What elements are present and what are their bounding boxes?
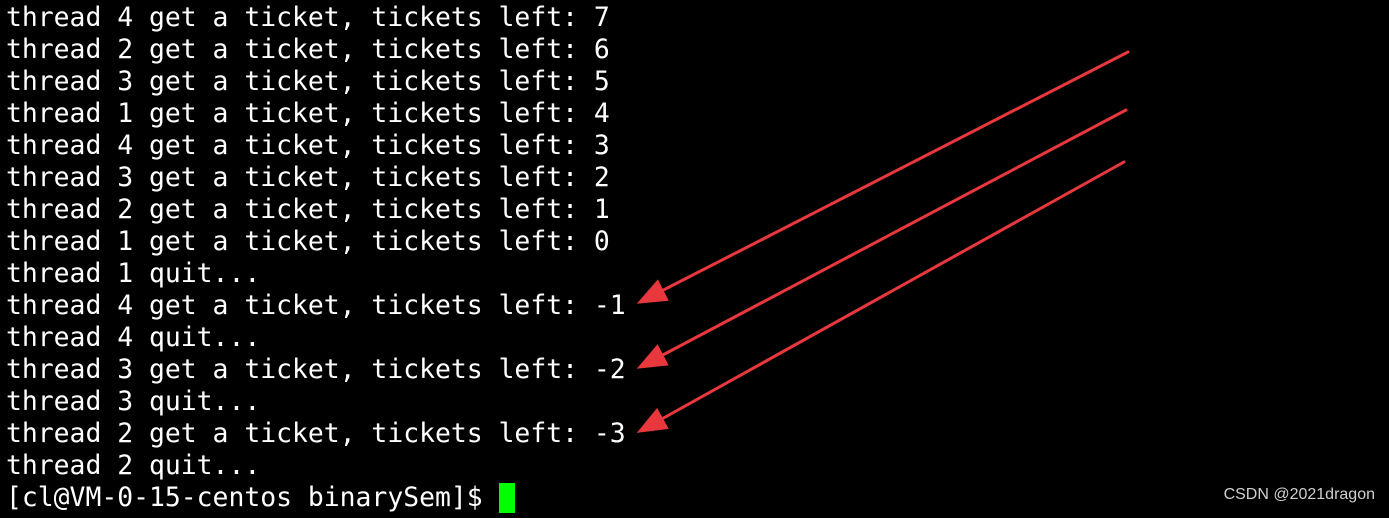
terminal-line: thread 4 quit...	[6, 322, 261, 353]
terminal-line: thread 2 get a ticket, tickets left: 1	[6, 194, 610, 225]
text-cursor	[498, 483, 515, 513]
terminal-line: thread 3 get a ticket, tickets left: 5	[6, 66, 610, 97]
watermark: CSDN @2021dragon	[1223, 486, 1375, 503]
shell-prompt-line[interactable]: [cl@VM-0-15-centos binarySem]$	[6, 482, 515, 514]
terminal-line: thread 1 quit...	[6, 258, 261, 289]
terminal-line: thread 4 get a ticket, tickets left: -1	[6, 290, 626, 321]
arrow-to-minus-2	[636, 108, 1128, 369]
terminal-line: thread 2 quit...	[6, 450, 261, 481]
arrow-to-minus-3	[636, 160, 1126, 433]
terminal-line: thread 2 get a ticket, tickets left: -3	[6, 418, 626, 449]
terminal-line: thread 4 get a ticket, tickets left: 7	[6, 2, 610, 33]
terminal-line: thread 3 quit...	[6, 386, 261, 417]
terminal-line: thread 1 get a ticket, tickets left: 4	[6, 98, 610, 129]
shell-prompt: [cl@VM-0-15-centos binarySem]$	[6, 482, 483, 513]
terminal-window[interactable]: thread 4 get a ticket, tickets left: 7 t…	[0, 0, 1389, 518]
arrow-to-minus-1	[636, 50, 1130, 304]
terminal-line: thread 3 get a ticket, tickets left: 2	[6, 162, 610, 193]
terminal-line: thread 1 get a ticket, tickets left: 0	[6, 226, 610, 257]
terminal-line: thread 2 get a ticket, tickets left: 6	[6, 34, 610, 65]
terminal-line: thread 3 get a ticket, tickets left: -2	[6, 354, 626, 385]
terminal-line: thread 4 get a ticket, tickets left: 3	[6, 130, 610, 161]
